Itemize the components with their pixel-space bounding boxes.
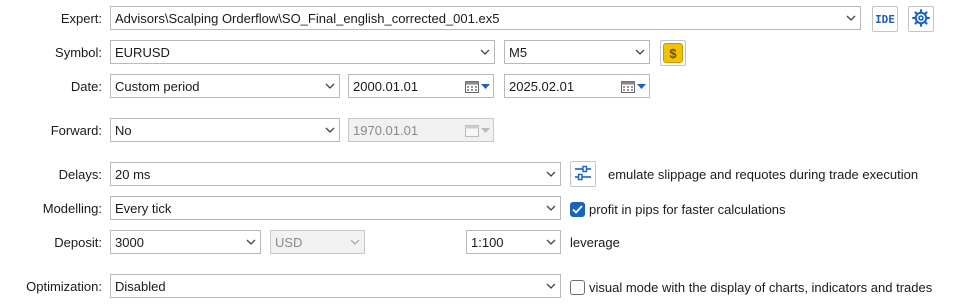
expert-select[interactable]: Advisors\Scalping Orderflow\SO_Final_eng… <box>110 6 861 30</box>
delays-value: 20 ms <box>115 166 151 182</box>
expert-value: Advisors\Scalping Orderflow\SO_Final_eng… <box>115 10 500 26</box>
chevron-down-icon <box>542 197 560 219</box>
delays-note: emulate slippage and requotes during tra… <box>608 167 919 182</box>
delays-label: Delays: <box>58 167 102 182</box>
calendar-icon <box>464 124 479 137</box>
leverage-value: 1:100 <box>471 234 504 250</box>
chevron-down-icon <box>480 83 490 89</box>
chevron-down-icon <box>636 83 646 89</box>
leverage-select[interactable]: 1:100 <box>466 230 561 254</box>
dollar-coin-icon: $ <box>663 43 683 63</box>
symbol-select[interactable]: EURUSD <box>110 40 495 64</box>
date-period-select[interactable]: Custom period <box>110 74 340 98</box>
modelling-label: Modelling: <box>42 201 102 216</box>
ide-button-label: IDE <box>875 12 895 26</box>
chevron-down-icon <box>321 75 339 97</box>
date-from-value: 2000.01.01 <box>353 78 419 94</box>
gear-icon <box>912 8 930 30</box>
expert-settings-button[interactable] <box>908 6 934 32</box>
optimization-value: Disabled <box>115 278 166 294</box>
chevron-down-icon <box>346 231 364 253</box>
deposit-currency-select: USD <box>270 230 365 254</box>
profit-in-pips-label: profit in pips for faster calculations <box>589 202 786 217</box>
forward-value: No <box>115 122 132 138</box>
forward-date-picker: 1970.01.01 <box>348 118 494 142</box>
date-label: Date: <box>70 79 102 94</box>
expert-label: Expert: <box>60 11 102 26</box>
forward-label: Forward: <box>50 123 102 138</box>
chevron-down-icon <box>321 119 339 141</box>
chevron-down-icon <box>542 163 560 185</box>
symbol-value: EURUSD <box>115 44 170 60</box>
delays-select[interactable]: 20 ms <box>110 162 561 186</box>
symbol-label: Symbol: <box>55 45 102 60</box>
date-from-picker[interactable]: 2000.01.01 <box>348 74 494 98</box>
profit-in-pips-checkbox[interactable] <box>570 202 585 217</box>
date-to-value: 2025.02.01 <box>509 78 575 94</box>
symbol-properties-button[interactable]: $ <box>660 40 686 66</box>
calendar-dropdown-button[interactable] <box>461 75 493 97</box>
timeframe-value: M5 <box>509 44 528 60</box>
delay-settings-button[interactable] <box>570 161 596 187</box>
calendar-dropdown-button <box>461 119 493 141</box>
sliders-icon <box>574 165 592 184</box>
modelling-value: Every tick <box>115 200 172 216</box>
date-to-picker[interactable]: 2025.02.01 <box>504 74 650 98</box>
chevron-down-icon <box>542 231 560 253</box>
chevron-down-icon <box>480 127 490 133</box>
deposit-input[interactable]: 3000 <box>110 230 261 254</box>
deposit-label: Deposit: <box>54 235 102 250</box>
chevron-down-icon <box>242 231 260 253</box>
chevron-down-icon <box>476 41 494 63</box>
visual-mode-checkbox[interactable] <box>570 280 585 295</box>
timeframe-select[interactable]: M5 <box>504 40 650 64</box>
visual-mode-label: visual mode with the display of charts, … <box>589 280 933 295</box>
deposit-value: 3000 <box>115 234 144 250</box>
chevron-down-icon <box>542 275 560 297</box>
optimization-label: Optimization: <box>26 279 102 294</box>
forward-date-value: 1970.01.01 <box>353 122 419 138</box>
forward-select[interactable]: No <box>110 118 340 142</box>
leverage-label: leverage <box>570 235 620 250</box>
ide-button[interactable]: IDE <box>872 6 898 32</box>
calendar-dropdown-button[interactable] <box>617 75 649 97</box>
checkmark-icon <box>572 205 583 214</box>
deposit-currency-value: USD <box>275 234 303 250</box>
date-period-value: Custom period <box>115 78 200 94</box>
chevron-down-icon <box>842 7 860 29</box>
calendar-icon <box>620 80 635 93</box>
modelling-select[interactable]: Every tick <box>110 196 561 220</box>
chevron-down-icon <box>631 41 649 63</box>
calendar-icon <box>464 80 479 93</box>
optimization-select[interactable]: Disabled <box>110 274 561 298</box>
